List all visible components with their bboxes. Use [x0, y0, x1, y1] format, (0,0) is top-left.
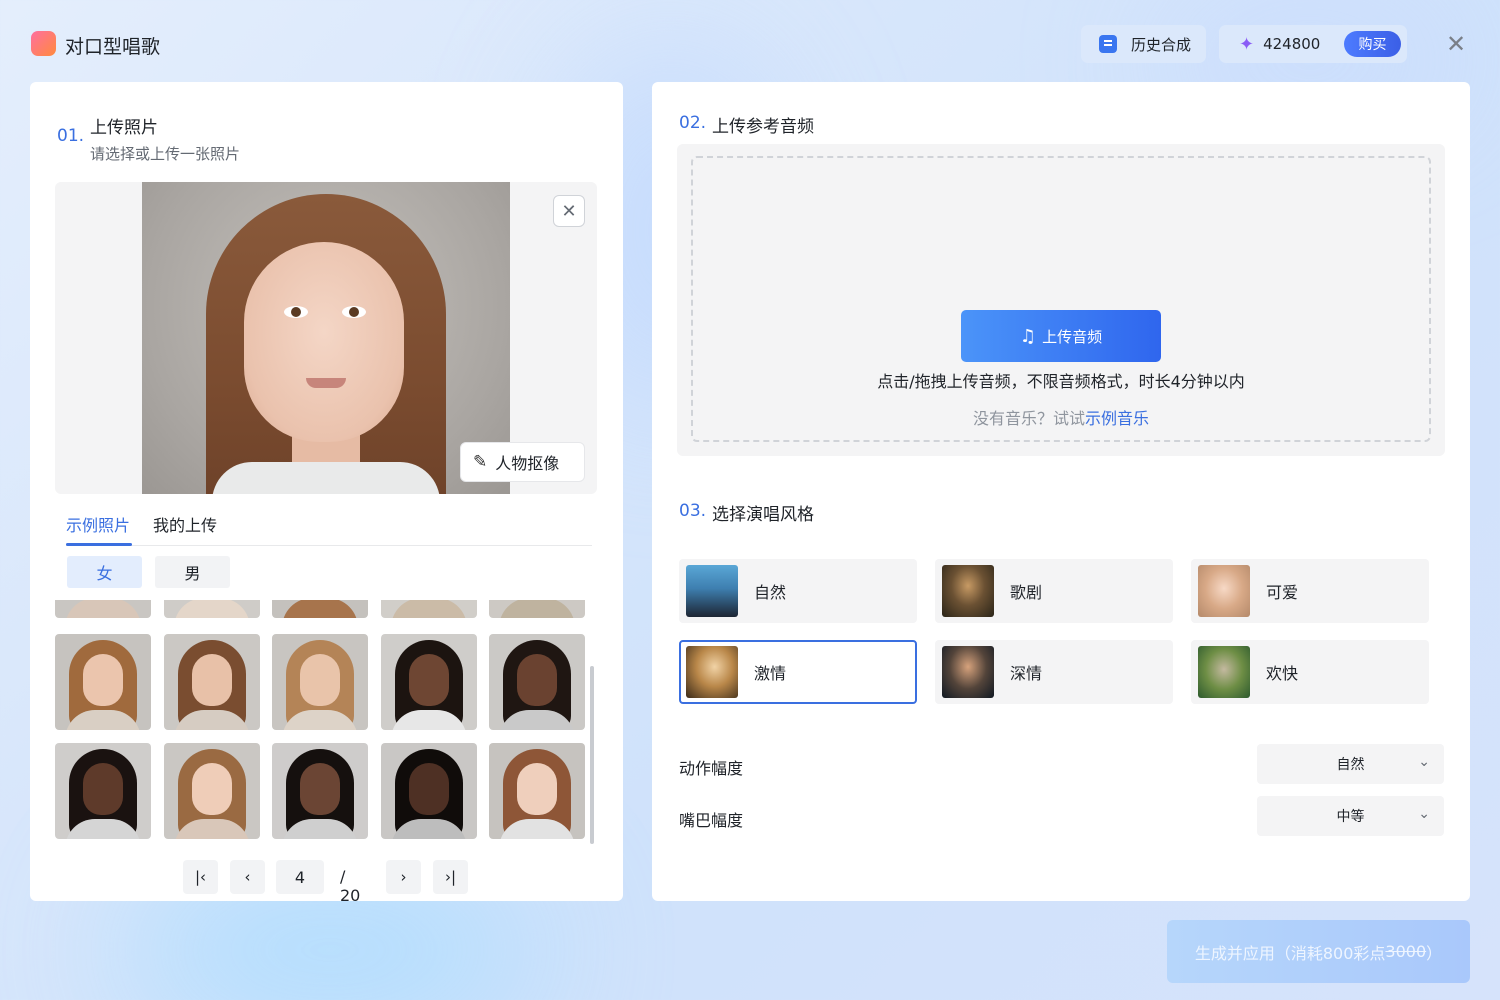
sample-photo[interactable]	[164, 634, 260, 730]
style-thumbnail	[686, 565, 738, 617]
sparkle-icon: ✦	[1239, 33, 1255, 55]
generate-suffix: ）	[1426, 943, 1443, 963]
cutout-button[interactable]: ✎ 人物抠像	[460, 442, 585, 482]
mouth-amplitude-value: 中等	[1336, 809, 1365, 825]
style-card-cheerful[interactable]: 欢快	[1191, 640, 1429, 704]
step1-number: 01.	[57, 126, 85, 146]
style-thumbnail	[1198, 646, 1250, 698]
sample-photo[interactable]	[272, 743, 368, 839]
sample-photo[interactable]	[164, 743, 260, 839]
photo-preview: ✕ ✎ 人物抠像	[55, 182, 597, 494]
sample-music-hint: 没有音乐？试试示例音乐	[677, 405, 1445, 429]
tab-sample-photos[interactable]: 示例照片	[66, 512, 130, 546]
next-page-button[interactable]: ›	[386, 860, 421, 894]
sample-photo[interactable]	[489, 634, 585, 730]
remove-photo-button[interactable]: ✕	[553, 195, 585, 227]
sample-photo[interactable]	[381, 600, 477, 618]
style-thumbnail	[686, 646, 738, 698]
style-label: 深情	[1010, 664, 1043, 683]
style-thumbnail	[942, 565, 994, 617]
photo-tabs: 示例照片 我的上传	[66, 512, 592, 546]
motion-amplitude-value: 自然	[1336, 757, 1365, 773]
style-card-natural[interactable]: 自然	[679, 559, 917, 623]
sample-photo[interactable]	[381, 634, 477, 730]
close-icon[interactable]: ✕	[1444, 32, 1468, 56]
style-label: 激情	[754, 664, 787, 683]
cutout-label: 人物抠像	[495, 454, 560, 473]
step3-title: 选择演唱风格	[712, 505, 814, 525]
last-page-button[interactable]: ›|	[433, 860, 468, 894]
style-label: 歌剧	[1010, 583, 1043, 602]
photo-grid-scrollbar[interactable]	[590, 666, 594, 844]
close-icon: ✕	[561, 200, 577, 222]
mouth-amplitude-select[interactable]: 中等 ⌄	[1257, 796, 1444, 836]
sample-photo[interactable]	[272, 634, 368, 730]
title-bar: 对口型唱歌 历史合成 ✦ 424800 购买 ✕	[0, 0, 1500, 111]
style-thumbnail	[942, 646, 994, 698]
sample-photo[interactable]	[489, 600, 585, 618]
motion-amplitude-select[interactable]: 自然 ⌄	[1257, 744, 1444, 784]
audio-style-panel: 02. 上传参考音频 ♫ 上传音频 点击/拖拽上传音频，不限音频格式，时长4分钟…	[652, 82, 1470, 901]
style-card-cute[interactable]: 可爱	[1191, 559, 1429, 623]
audio-upload-hint: 点击/拖拽上传音频，不限音频格式，时长4分钟以内	[877, 372, 1245, 391]
original-cost: 3000	[1385, 942, 1427, 961]
step1-title: 上传照片	[90, 118, 158, 138]
sample-photo-grid	[55, 600, 600, 844]
mouth-amplitude-label: 嘴巴幅度	[679, 811, 744, 830]
prev-page-button[interactable]: ‹	[230, 860, 265, 894]
generate-label: 生成并应用（消耗800彩点	[1194, 943, 1386, 963]
first-page-icon: |‹	[194, 868, 207, 886]
style-card-affectionate[interactable]: 深情	[935, 640, 1173, 704]
history-label: 历史合成	[1131, 35, 1192, 54]
audio-dropzone[interactable]: ♫ 上传音频 点击/拖拽上传音频，不限音频格式，时长4分钟以内 没有音乐？试试示…	[677, 144, 1445, 456]
sample-photo[interactable]	[489, 743, 585, 839]
credits-display: ✦ 424800 购买	[1219, 25, 1407, 63]
last-page-icon: ›|	[444, 868, 457, 886]
step3-number: 03.	[679, 501, 707, 521]
credits-value: 424800	[1263, 35, 1321, 53]
chevron-down-icon: ⌄	[1418, 806, 1430, 822]
style-card-opera[interactable]: 歌剧	[935, 559, 1173, 623]
tab-my-uploads[interactable]: 我的上传	[153, 512, 217, 546]
style-label: 自然	[754, 583, 787, 602]
sample-photo[interactable]	[164, 600, 260, 618]
upload-audio-label: 上传音频	[1042, 327, 1103, 346]
gender-filter-male[interactable]: 男	[155, 556, 230, 588]
sample-music-prefix: 没有音乐？试试	[972, 409, 1085, 428]
app-title: 对口型唱歌	[65, 36, 161, 58]
upload-photo-panel: 01. 上传照片 请选择或上传一张照片 ✕ ✎ 人物抠像 示例照片 我的上传 女…	[30, 82, 623, 905]
style-label: 可爱	[1266, 583, 1299, 602]
gender-filter-female[interactable]: 女	[67, 556, 142, 588]
motion-amplitude-label: 动作幅度	[679, 759, 744, 778]
sample-photo[interactable]	[55, 600, 151, 618]
selected-portrait	[142, 182, 510, 494]
upload-audio-button[interactable]: ♫ 上传音频	[961, 310, 1161, 362]
first-page-button[interactable]: |‹	[183, 860, 218, 894]
app-logo-icon	[31, 31, 153, 111]
music-note-icon: ♫	[1019, 325, 1037, 347]
sample-music-link[interactable]: 示例音乐	[1085, 409, 1149, 428]
step2-title: 上传参考音频	[712, 117, 814, 137]
document-icon	[1099, 35, 1117, 53]
style-label: 欢快	[1266, 664, 1299, 683]
chevron-left-icon: ‹	[244, 868, 251, 886]
sample-photo[interactable]	[381, 743, 477, 839]
active-tab-indicator	[66, 543, 132, 546]
buy-button[interactable]: 购买	[1344, 31, 1401, 57]
history-button[interactable]: 历史合成	[1081, 25, 1206, 63]
magic-wand-icon: ✎	[473, 452, 488, 472]
style-card-passion[interactable]: 激情	[679, 640, 917, 704]
chevron-right-icon: ›	[400, 868, 407, 886]
style-thumbnail	[1198, 565, 1250, 617]
page-number-input[interactable]: 4	[276, 860, 324, 894]
page-total: / 20	[340, 867, 361, 905]
sample-photo[interactable]	[55, 634, 151, 730]
step2-number: 02.	[679, 113, 707, 133]
step1-subtitle: 请选择或上传一张照片	[90, 145, 241, 163]
sample-photo[interactable]	[272, 600, 368, 618]
chevron-down-icon: ⌄	[1418, 754, 1430, 770]
sample-photo[interactable]	[55, 743, 151, 839]
generate-apply-button[interactable]: 生成并应用（消耗800彩点 3000 ）	[1167, 920, 1470, 983]
